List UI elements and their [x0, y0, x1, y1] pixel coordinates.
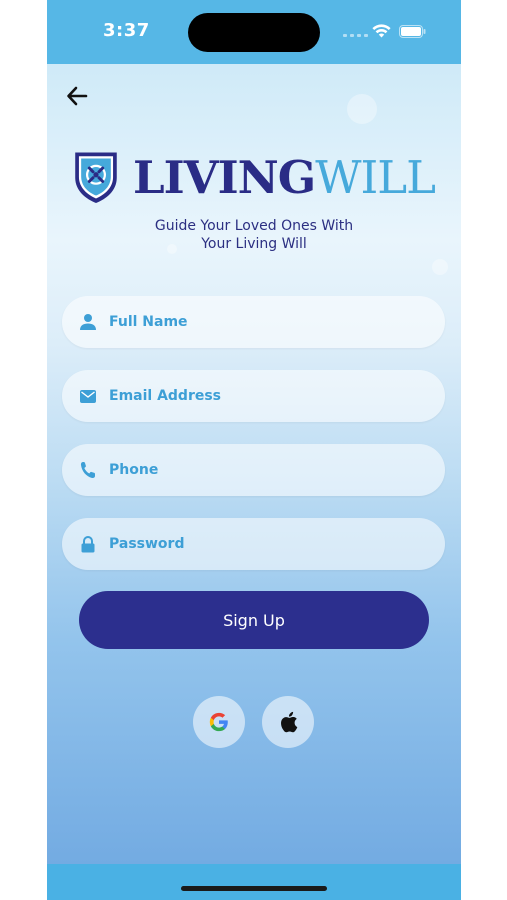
battery-icon: [399, 25, 426, 38]
arrow-left-icon: [67, 86, 88, 106]
password-input[interactable]: [107, 535, 431, 553]
phone-screen: 3:37 LIVINGWILL Guide Your Loved Ones Wi…: [47, 0, 461, 900]
full-name-field[interactable]: [62, 296, 445, 348]
brand-name-will: WILL: [315, 150, 436, 204]
brand-name-living: LIVING: [132, 150, 316, 204]
tagline-line-2: Your Living Will: [201, 236, 307, 252]
back-button[interactable]: [63, 82, 91, 110]
email-field[interactable]: [62, 370, 445, 422]
background-decoration: [432, 259, 448, 275]
shield-logo-icon: [75, 152, 117, 203]
phone-field[interactable]: [62, 444, 445, 496]
phone-icon: [79, 461, 97, 479]
wifi-icon: [372, 24, 391, 38]
brand-name: LIVINGWILL: [133, 155, 436, 200]
bottom-bar: [47, 864, 461, 900]
signal-icon: [343, 34, 368, 37]
dynamic-island: [188, 13, 320, 52]
apple-sign-in-button[interactable]: [262, 696, 314, 748]
full-name-input[interactable]: [107, 313, 431, 331]
status-bar: 3:37: [47, 0, 461, 64]
tagline-line-1: Guide Your Loved Ones With: [154, 218, 354, 234]
password-field[interactable]: [62, 518, 445, 570]
sign-up-button[interactable]: Sign Up: [79, 591, 429, 649]
brand-logo: LIVINGWILL: [73, 140, 436, 214]
person-icon: [79, 313, 97, 331]
background-decoration: [347, 94, 377, 124]
lock-icon: [79, 535, 97, 553]
signup-screen: LIVINGWILL Guide Your Loved Ones With Yo…: [47, 64, 461, 864]
google-icon: [209, 712, 228, 732]
phone-input[interactable]: [107, 461, 431, 479]
mail-icon: [79, 387, 97, 405]
google-sign-in-button[interactable]: [193, 696, 245, 748]
home-indicator[interactable]: [181, 886, 327, 891]
tagline: Guide Your Loved Ones With Your Living W…: [47, 217, 461, 253]
email-input[interactable]: [107, 387, 431, 405]
apple-icon: [281, 711, 298, 733]
status-time: 3:37: [103, 20, 150, 41]
